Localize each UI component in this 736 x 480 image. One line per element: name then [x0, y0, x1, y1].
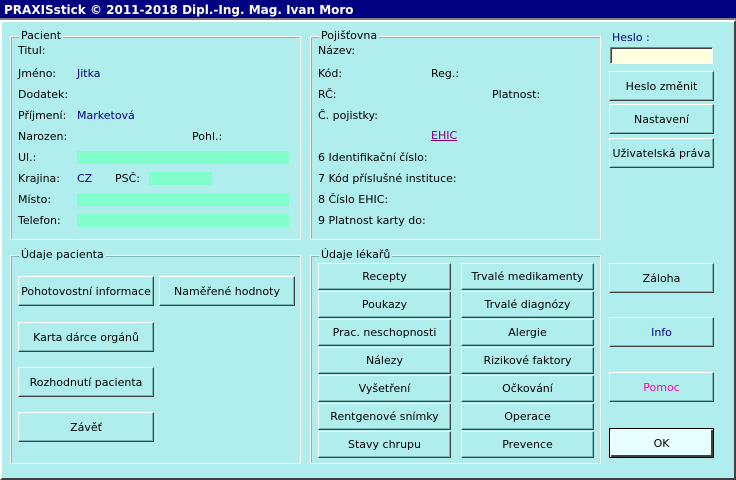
operace-button[interactable]: Operace [461, 403, 594, 430]
pojistovna-group: Pojišťovna Název: Kód: Reg.: RČ: Platnos… [310, 29, 601, 240]
pohl-label: Pohl.: [192, 130, 223, 143]
psc-field[interactable] [149, 172, 212, 185]
alergie-button[interactable]: Alergie [461, 319, 594, 346]
psc-label: PSČ: [115, 172, 141, 185]
karta-darce-button[interactable]: Karta dárce orgánů [18, 322, 154, 352]
uzivatelska-prava-button[interactable]: Uživatelská práva [609, 138, 714, 168]
stavy-chrupu-button[interactable]: Stavy chrupu [318, 431, 451, 458]
nazev-label: Název: [318, 44, 356, 57]
prac-neschopnosti-button[interactable]: Prac. neschopnosti [318, 319, 451, 346]
misto-label: Místo: [18, 193, 52, 206]
cislo-pojistky-label: Č. pojistky: [318, 109, 378, 122]
pomoc-button[interactable]: Pomoc [609, 372, 714, 402]
zaver-button[interactable]: Závěť [18, 412, 154, 442]
identifikacni-cislo-label: 6 Identifikační číslo: [318, 151, 428, 164]
kod-label: Kód: [318, 67, 343, 80]
nastaveni-button[interactable]: Nastavení [609, 104, 714, 134]
info-button[interactable]: Info [609, 317, 714, 347]
cislo-ehic-label: 8 Číslo EHIC: [318, 193, 389, 206]
udaje-lekaru-group: Údaje lékařů Recepty Poukazy Prac. nesch… [310, 248, 601, 464]
heslo-label: Heslo : [612, 31, 650, 44]
krajina-label: Krajina: [18, 172, 61, 185]
krajina-value: CZ [77, 172, 93, 185]
title-bar[interactable]: PRAXISstick © 2011-2018 Dipl.-Ing. Mag. … [0, 0, 736, 20]
window-title: PRAXISstick © 2011-2018 Dipl.-Ing. Mag. … [4, 3, 354, 17]
prijmeni-label: Příjmení: [18, 109, 67, 122]
pacient-group: Pacient Titul: Jméno: Jitka Dodatek: Pří… [10, 29, 301, 240]
rozhodnuti-pacienta-button[interactable]: Rozhodnutí pacienta [18, 367, 154, 397]
telefon-field[interactable] [77, 214, 289, 227]
udaje-pacienta-legend: Údaje pacienta [19, 248, 106, 262]
jmeno-label: Jméno: [18, 67, 57, 80]
namerene-hodnoty-button[interactable]: Naměřené hodnoty [159, 276, 295, 306]
ehic-link[interactable]: EHIC [431, 129, 457, 143]
vysetreni-button[interactable]: Vyšetření [318, 375, 451, 402]
ul-field[interactable] [77, 151, 289, 164]
recepty-button[interactable]: Recepty [318, 263, 451, 290]
reg-label: Reg.: [431, 67, 460, 80]
heslo-zmenit-button[interactable]: Heslo změnit [609, 71, 714, 101]
prevence-button[interactable]: Prevence [461, 431, 594, 458]
heslo-input[interactable] [610, 47, 713, 64]
rc-label: RČ: [318, 88, 337, 101]
ockovani-button[interactable]: Očkování [461, 375, 594, 402]
platnost-label: Platnost: [492, 88, 541, 101]
ul-label: Ul.: [18, 151, 37, 164]
pacient-legend: Pacient [19, 29, 64, 43]
dodatek-label: Dodatek: [18, 88, 69, 101]
udaje-lekaru-legend: Údaje lékařů [319, 248, 393, 262]
trvale-diagnozy-button[interactable]: Trvalé diagnózy [461, 291, 594, 318]
udaje-pacienta-group: Údaje pacienta Pohotovostní informace Na… [10, 248, 301, 464]
narozen-label: Narozen: [18, 130, 68, 143]
ok-button[interactable]: OK [609, 428, 714, 458]
misto-field[interactable] [77, 193, 289, 206]
telefon-label: Telefon: [18, 214, 61, 227]
pohotovostni-informace-button[interactable]: Pohotovostní informace [18, 276, 154, 306]
jmeno-value: Jitka [77, 67, 101, 80]
rizikove-faktory-button[interactable]: Rizikové faktory [461, 347, 594, 374]
pojistovna-legend: Pojišťovna [319, 29, 380, 43]
prijmeni-value: Marketová [77, 109, 135, 122]
titul-label: Titul: [18, 44, 46, 57]
poukazy-button[interactable]: Poukazy [318, 291, 451, 318]
rentgenove-snimky-button[interactable]: Rentgenové snímky [318, 403, 451, 430]
platnost-karty-label: 9 Platnost karty do: [318, 214, 426, 227]
nalezy-button[interactable]: Nálezy [318, 347, 451, 374]
zaloha-button[interactable]: Záloha [609, 263, 714, 293]
trvale-medikamenty-button[interactable]: Trvalé medikamenty [461, 263, 594, 290]
kod-instituce-label: 7 Kód příslušné instituce: [318, 172, 457, 185]
